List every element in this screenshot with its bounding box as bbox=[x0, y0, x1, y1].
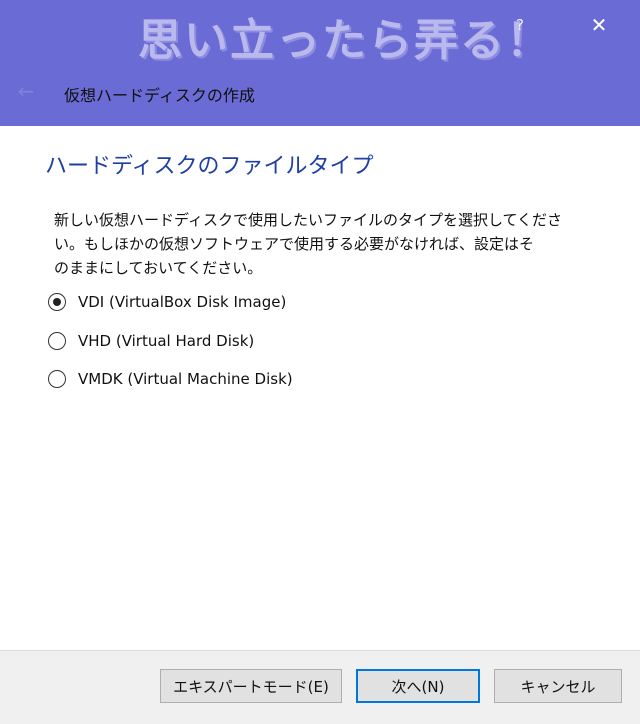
radio-option-vdi[interactable]: VDI (VirtualBox Disk Image) bbox=[48, 289, 286, 315]
close-button[interactable]: ✕ bbox=[584, 10, 614, 40]
option-label: VHD (Virtual Hard Disk) bbox=[78, 332, 255, 350]
back-button[interactable]: ← bbox=[12, 80, 40, 102]
radio-option-vmdk[interactable]: VMDK (Virtual Machine Disk) bbox=[48, 366, 293, 392]
radio-button[interactable] bbox=[48, 332, 66, 350]
expert-mode-button[interactable]: エキスパートモード(E) bbox=[160, 669, 342, 703]
close-icon: ✕ bbox=[590, 13, 608, 37]
description-text: 新しい仮想ハードディスクで使用したいファイルのタイプを選択してくださ い。もしほ… bbox=[54, 208, 614, 280]
cancel-button[interactable]: キャンセル bbox=[494, 669, 622, 703]
arrow-left-icon: ← bbox=[17, 79, 35, 103]
description-line: い。もしほかの仮想ソフトウェアで使用する必要がなければ、設定はそ bbox=[54, 235, 535, 253]
watermark-logo: 思い立ったら弄る！ bbox=[138, 15, 552, 66]
option-label: VDI (VirtualBox Disk Image) bbox=[78, 293, 287, 311]
radio-button[interactable] bbox=[48, 370, 66, 388]
next-button[interactable]: 次へ(N) bbox=[356, 669, 480, 703]
help-button[interactable]: ? bbox=[510, 12, 530, 38]
dialog-header: 思い立ったら弄る！ ? ✕ ← 仮想ハードディスクの作成 bbox=[0, 0, 640, 126]
description-line: 新しい仮想ハードディスクで使用したいファイルのタイプを選択してくださ bbox=[54, 211, 563, 229]
radio-option-vhd[interactable]: VHD (Virtual Hard Disk) bbox=[48, 328, 254, 354]
option-label: VMDK (Virtual Machine Disk) bbox=[78, 370, 293, 388]
page-title: ハードディスクのファイルタイプ bbox=[45, 154, 374, 179]
description-line: のままにしておいてください。 bbox=[54, 259, 263, 277]
window-title: 仮想ハードディスクの作成 bbox=[64, 86, 255, 105]
radio-selected-dot bbox=[53, 298, 61, 306]
radio-button[interactable] bbox=[48, 293, 66, 311]
